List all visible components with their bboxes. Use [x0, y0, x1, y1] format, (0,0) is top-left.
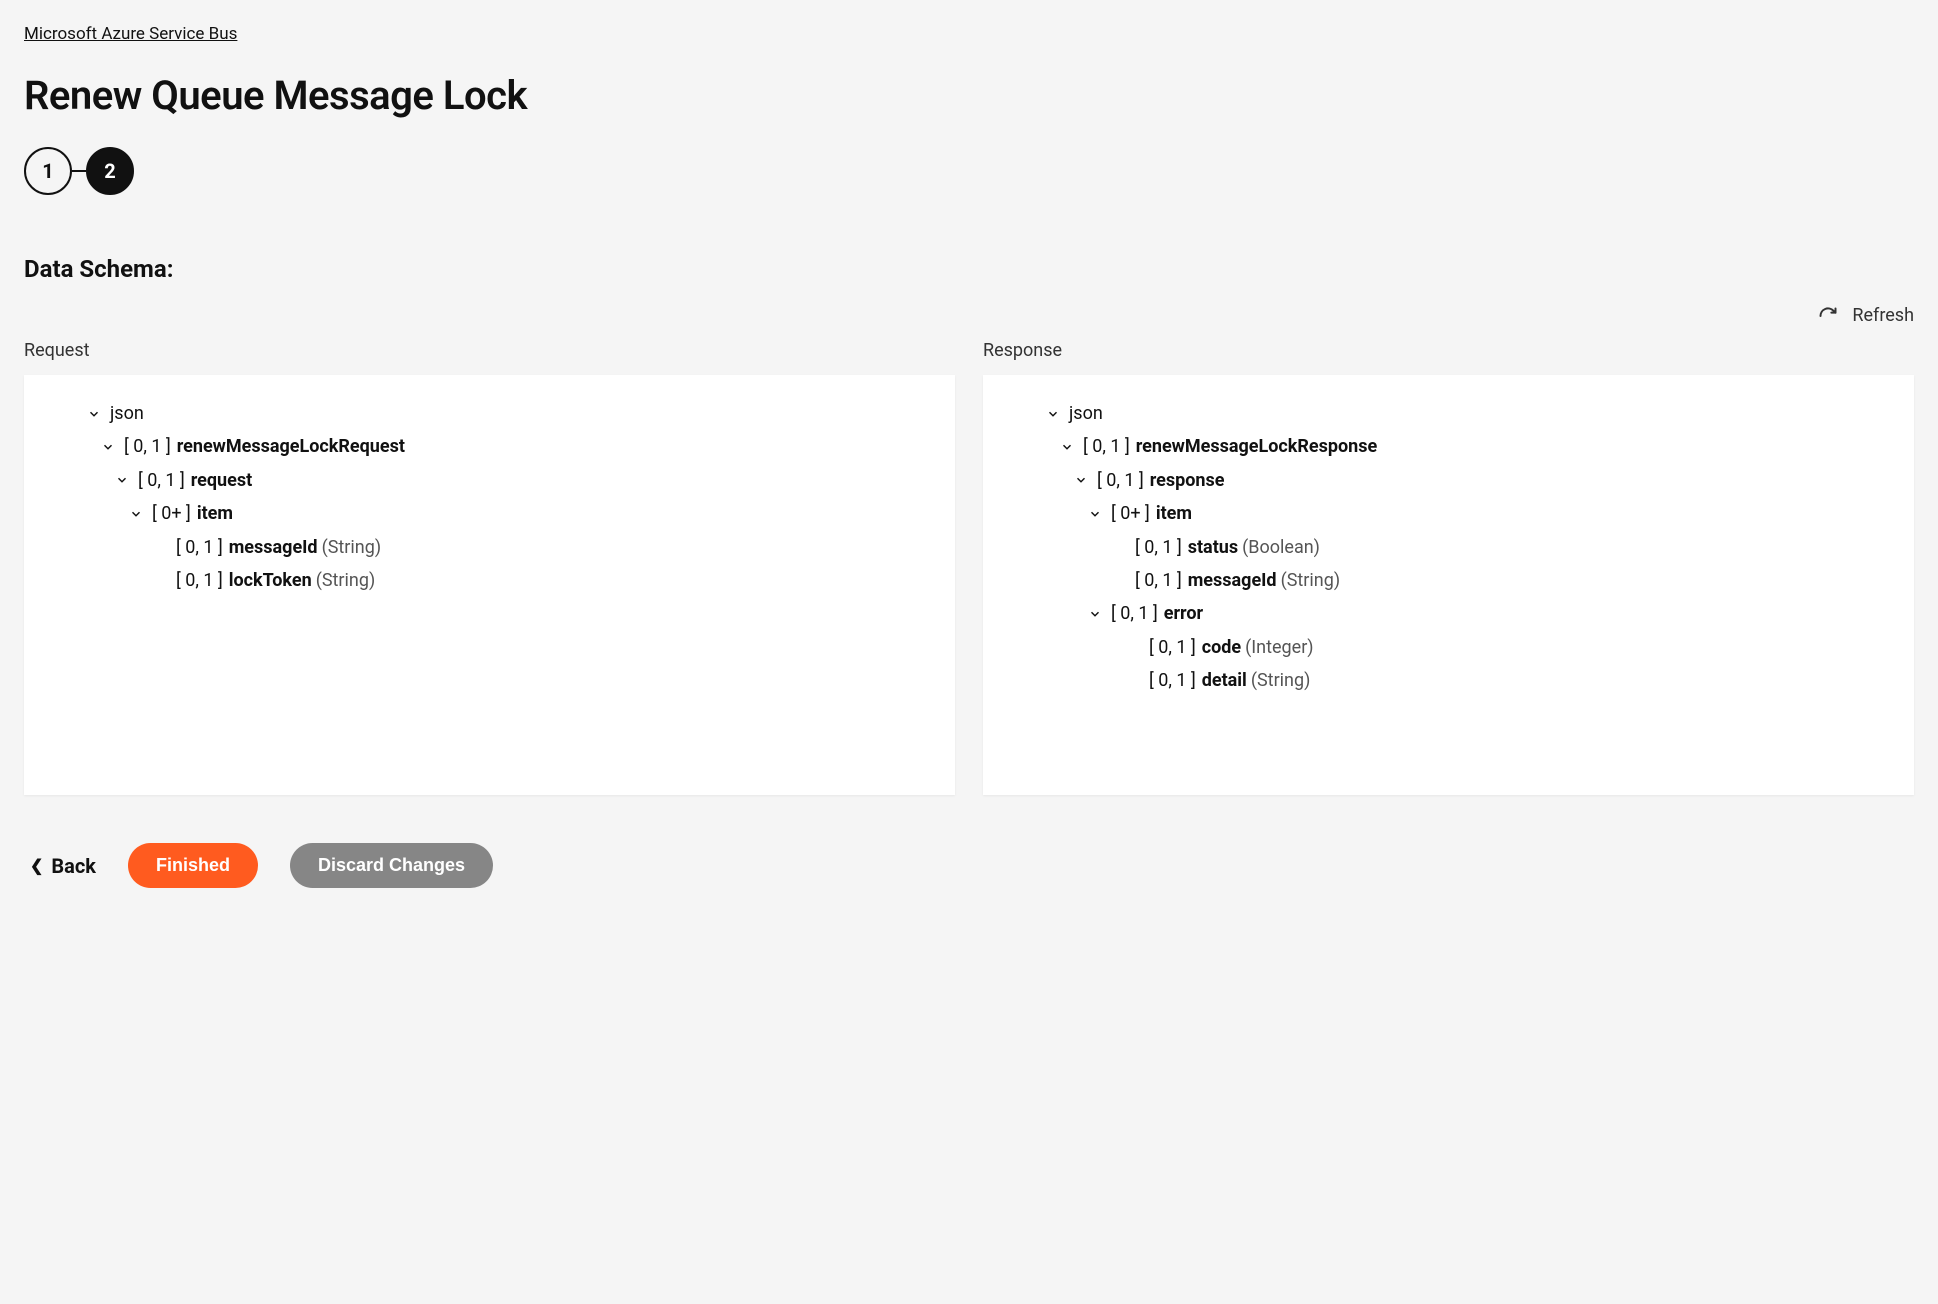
response-tree-root[interactable]: json	[997, 397, 1900, 430]
step-2[interactable]: 2	[86, 147, 134, 195]
response-tree-node[interactable]: [ 0, 1 ] renewMessageLockResponse	[997, 430, 1900, 463]
request-panel-label: Request	[24, 340, 955, 361]
refresh-button[interactable]: Refresh	[1818, 305, 1914, 326]
field-type: (Integer)	[1245, 636, 1313, 659]
cardinality: [ 0, 1 ]	[1083, 435, 1130, 458]
field-name: request	[191, 469, 252, 492]
request-tree-root[interactable]: json	[38, 397, 941, 430]
chevron-down-icon	[1045, 406, 1061, 422]
cardinality: [ 0, 1 ]	[1135, 536, 1182, 559]
discard-changes-button[interactable]: Discard Changes	[290, 843, 493, 888]
tree-node-label: json	[1069, 402, 1103, 425]
chevron-down-icon	[128, 506, 144, 522]
response-tree-leaf: [ 0, 1 ] detail (String)	[997, 664, 1900, 697]
cardinality: [ 0, 1 ]	[1111, 602, 1158, 625]
chevron-left-icon: ❮	[30, 858, 43, 874]
field-name: status	[1188, 536, 1238, 559]
field-name: item	[1156, 502, 1192, 525]
stepper: 1 2	[24, 147, 1914, 195]
cardinality: [ 0+ ]	[152, 502, 191, 525]
response-tree-leaf: [ 0, 1 ] status (Boolean)	[997, 531, 1900, 564]
field-type: (Boolean)	[1242, 536, 1320, 559]
cardinality: [ 0, 1 ]	[138, 469, 185, 492]
back-button[interactable]: ❮ Back	[30, 854, 96, 878]
field-name: response	[1150, 469, 1225, 492]
step-connector	[72, 170, 86, 172]
request-tree-leaf: [ 0, 1 ] lockToken (String)	[38, 564, 941, 597]
cardinality: [ 0, 1 ]	[124, 435, 171, 458]
response-tree-node[interactable]: [ 0, 1 ] error	[997, 597, 1900, 630]
chevron-down-icon	[114, 472, 130, 488]
field-name: renewMessageLockRequest	[177, 435, 405, 458]
response-tree-leaf: [ 0, 1 ] code (Integer)	[997, 631, 1900, 664]
refresh-label: Refresh	[1852, 305, 1914, 326]
field-name: messageId	[1188, 569, 1277, 592]
response-tree-leaf: [ 0, 1 ] messageId (String)	[997, 564, 1900, 597]
field-name: detail	[1202, 669, 1247, 692]
field-type: (String)	[316, 569, 376, 592]
refresh-icon	[1818, 306, 1838, 326]
cardinality: [ 0, 1 ]	[1149, 636, 1196, 659]
request-tree-node[interactable]: [ 0+ ] item	[38, 497, 941, 530]
page-title: Renew Queue Message Lock	[24, 72, 1914, 119]
cardinality: [ 0, 1 ]	[1097, 469, 1144, 492]
chevron-down-icon	[1073, 472, 1089, 488]
field-name: code	[1202, 636, 1241, 659]
back-label: Back	[51, 854, 96, 878]
field-name: messageId	[229, 536, 318, 559]
field-name: lockToken	[229, 569, 312, 592]
request-panel: json [ 0, 1 ] renewMessageLockRequest [ …	[24, 375, 955, 795]
field-name: item	[197, 502, 233, 525]
response-panel: json [ 0, 1 ] renewMessageLockResponse […	[983, 375, 1914, 795]
section-title: Data Schema:	[24, 255, 1914, 283]
chevron-down-icon	[1059, 439, 1075, 455]
cardinality: [ 0, 1 ]	[1135, 569, 1182, 592]
field-type: (String)	[1251, 669, 1311, 692]
step-1[interactable]: 1	[24, 147, 72, 195]
chevron-down-icon	[1087, 506, 1103, 522]
chevron-down-icon	[1087, 606, 1103, 622]
field-name: renewMessageLockResponse	[1136, 435, 1378, 458]
response-tree-node[interactable]: [ 0+ ] item	[997, 497, 1900, 530]
field-type: (String)	[322, 536, 382, 559]
cardinality: [ 0, 1 ]	[1149, 669, 1196, 692]
request-tree-node[interactable]: [ 0, 1 ] renewMessageLockRequest	[38, 430, 941, 463]
request-tree-node[interactable]: [ 0, 1 ] request	[38, 464, 941, 497]
chevron-down-icon	[100, 439, 116, 455]
field-name: error	[1164, 602, 1203, 625]
field-type: (String)	[1281, 569, 1341, 592]
tree-node-label: json	[110, 402, 144, 425]
response-tree-node[interactable]: [ 0, 1 ] response	[997, 464, 1900, 497]
cardinality: [ 0+ ]	[1111, 502, 1150, 525]
breadcrumb-link[interactable]: Microsoft Azure Service Bus	[24, 24, 237, 44]
request-tree-leaf: [ 0, 1 ] messageId (String)	[38, 531, 941, 564]
chevron-down-icon	[86, 406, 102, 422]
cardinality: [ 0, 1 ]	[176, 536, 223, 559]
finished-button[interactable]: Finished	[128, 843, 258, 888]
response-panel-label: Response	[983, 340, 1914, 361]
cardinality: [ 0, 1 ]	[176, 569, 223, 592]
